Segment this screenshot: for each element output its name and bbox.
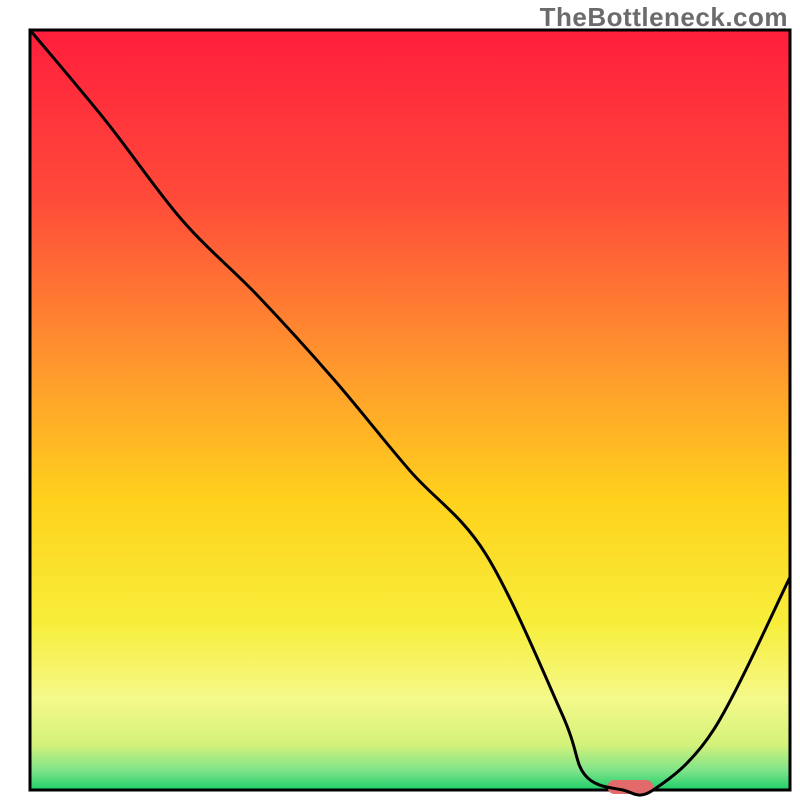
- bottleneck-chart: TheBottleneck.com: [0, 0, 800, 800]
- watermark-text: TheBottleneck.com: [540, 2, 788, 33]
- chart-svg: [0, 0, 800, 800]
- chart-background: [30, 30, 790, 790]
